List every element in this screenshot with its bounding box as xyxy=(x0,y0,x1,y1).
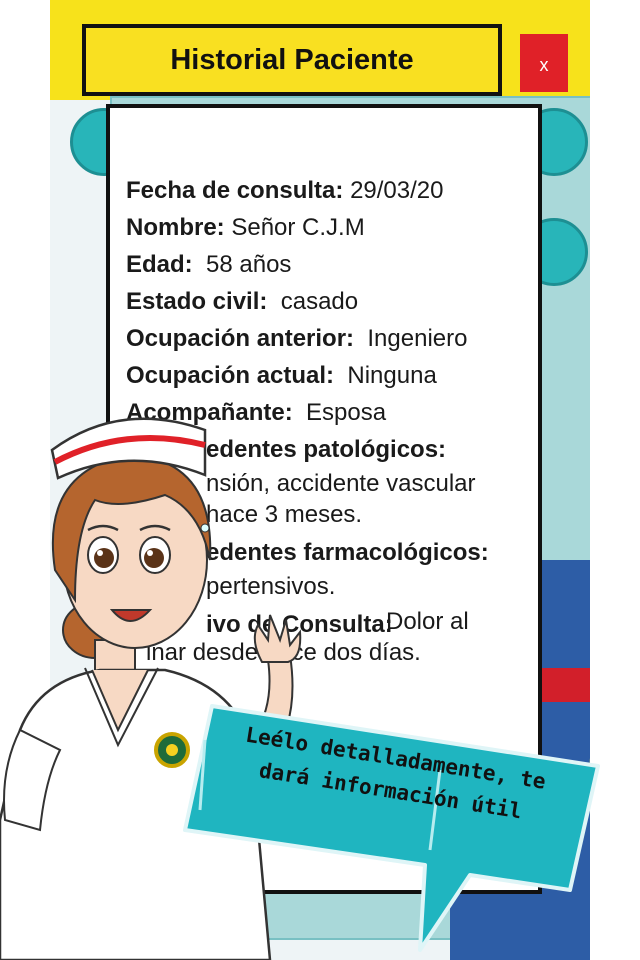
close-icon: x xyxy=(539,54,549,75)
age-value: 58 años xyxy=(206,251,292,278)
close-button[interactable]: x xyxy=(520,34,568,92)
background-partial-text: da xyxy=(588,745,590,777)
background-red-bar xyxy=(540,668,590,702)
waving-hand-icon xyxy=(253,614,302,663)
previous-occupation-row: Ocupación anterior: Ingeniero xyxy=(126,320,526,357)
nurse-illustration xyxy=(0,417,302,960)
consult-date-label: Fecha de consulta: xyxy=(126,177,344,204)
age-label: Edad: xyxy=(126,251,193,278)
civil-status-value: casado xyxy=(280,288,359,315)
name-label: Nombre: xyxy=(126,214,225,241)
modal-title-bar: Historial Paciente xyxy=(82,24,502,96)
name-value: Señor C.J.M xyxy=(231,214,365,241)
consult-date-value: 29/03/20 xyxy=(350,177,444,204)
modal-title: Historial Paciente xyxy=(170,43,414,76)
name-row: Nombre: Señor C.J.M xyxy=(126,209,526,246)
current-occupation-label: Ocupación actual: xyxy=(126,362,335,389)
previous-occupation-label: Ocupación anterior: xyxy=(126,325,355,352)
current-occupation-value: Ninguna xyxy=(347,362,437,389)
consult-date-row: Fecha de consulta: 29/03/20 xyxy=(126,172,526,209)
current-occupation-row: Ocupación actual: Ninguna xyxy=(126,357,526,394)
age-row: Edad: 58 años xyxy=(126,246,526,283)
civil-status-row: Estado civil: casado xyxy=(126,283,526,320)
previous-occupation-value: Ingeniero xyxy=(367,325,468,352)
civil-status-label: Estado civil: xyxy=(126,288,268,315)
